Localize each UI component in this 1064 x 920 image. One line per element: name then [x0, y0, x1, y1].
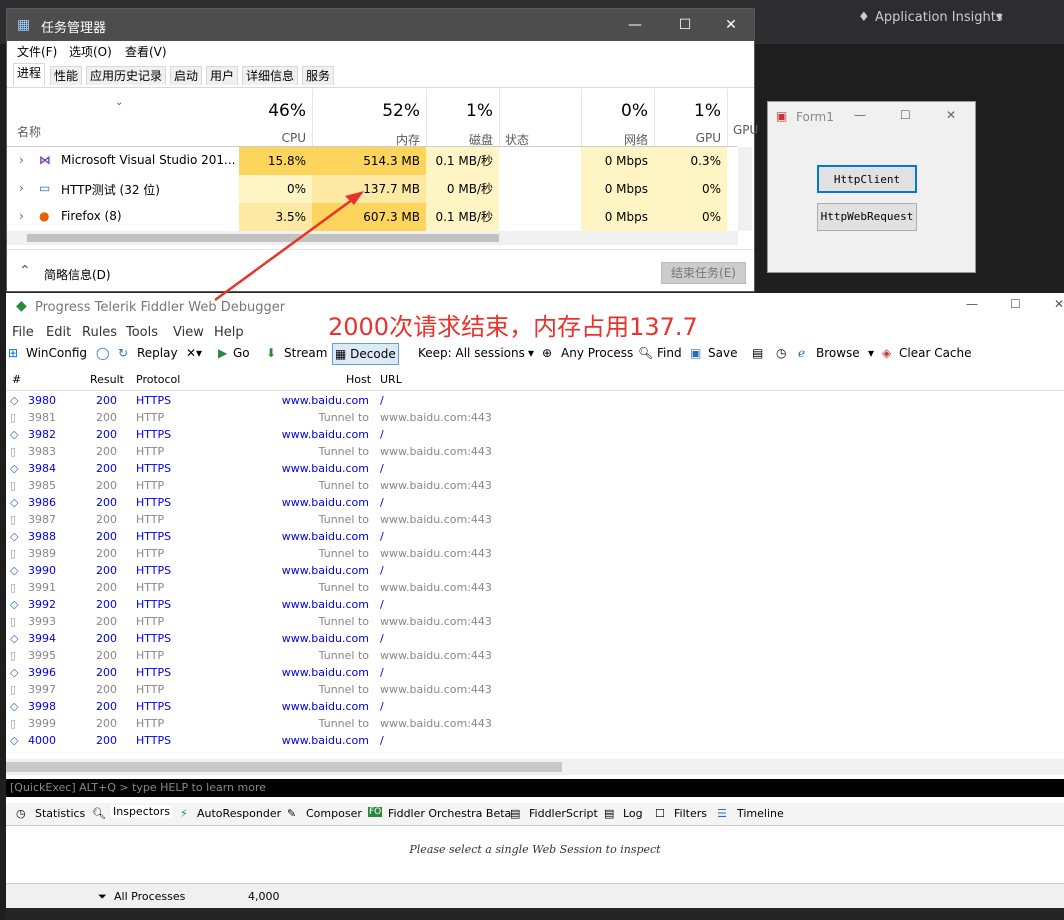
arrow-line	[214, 195, 357, 302]
annotation-arrow	[214, 191, 364, 302]
